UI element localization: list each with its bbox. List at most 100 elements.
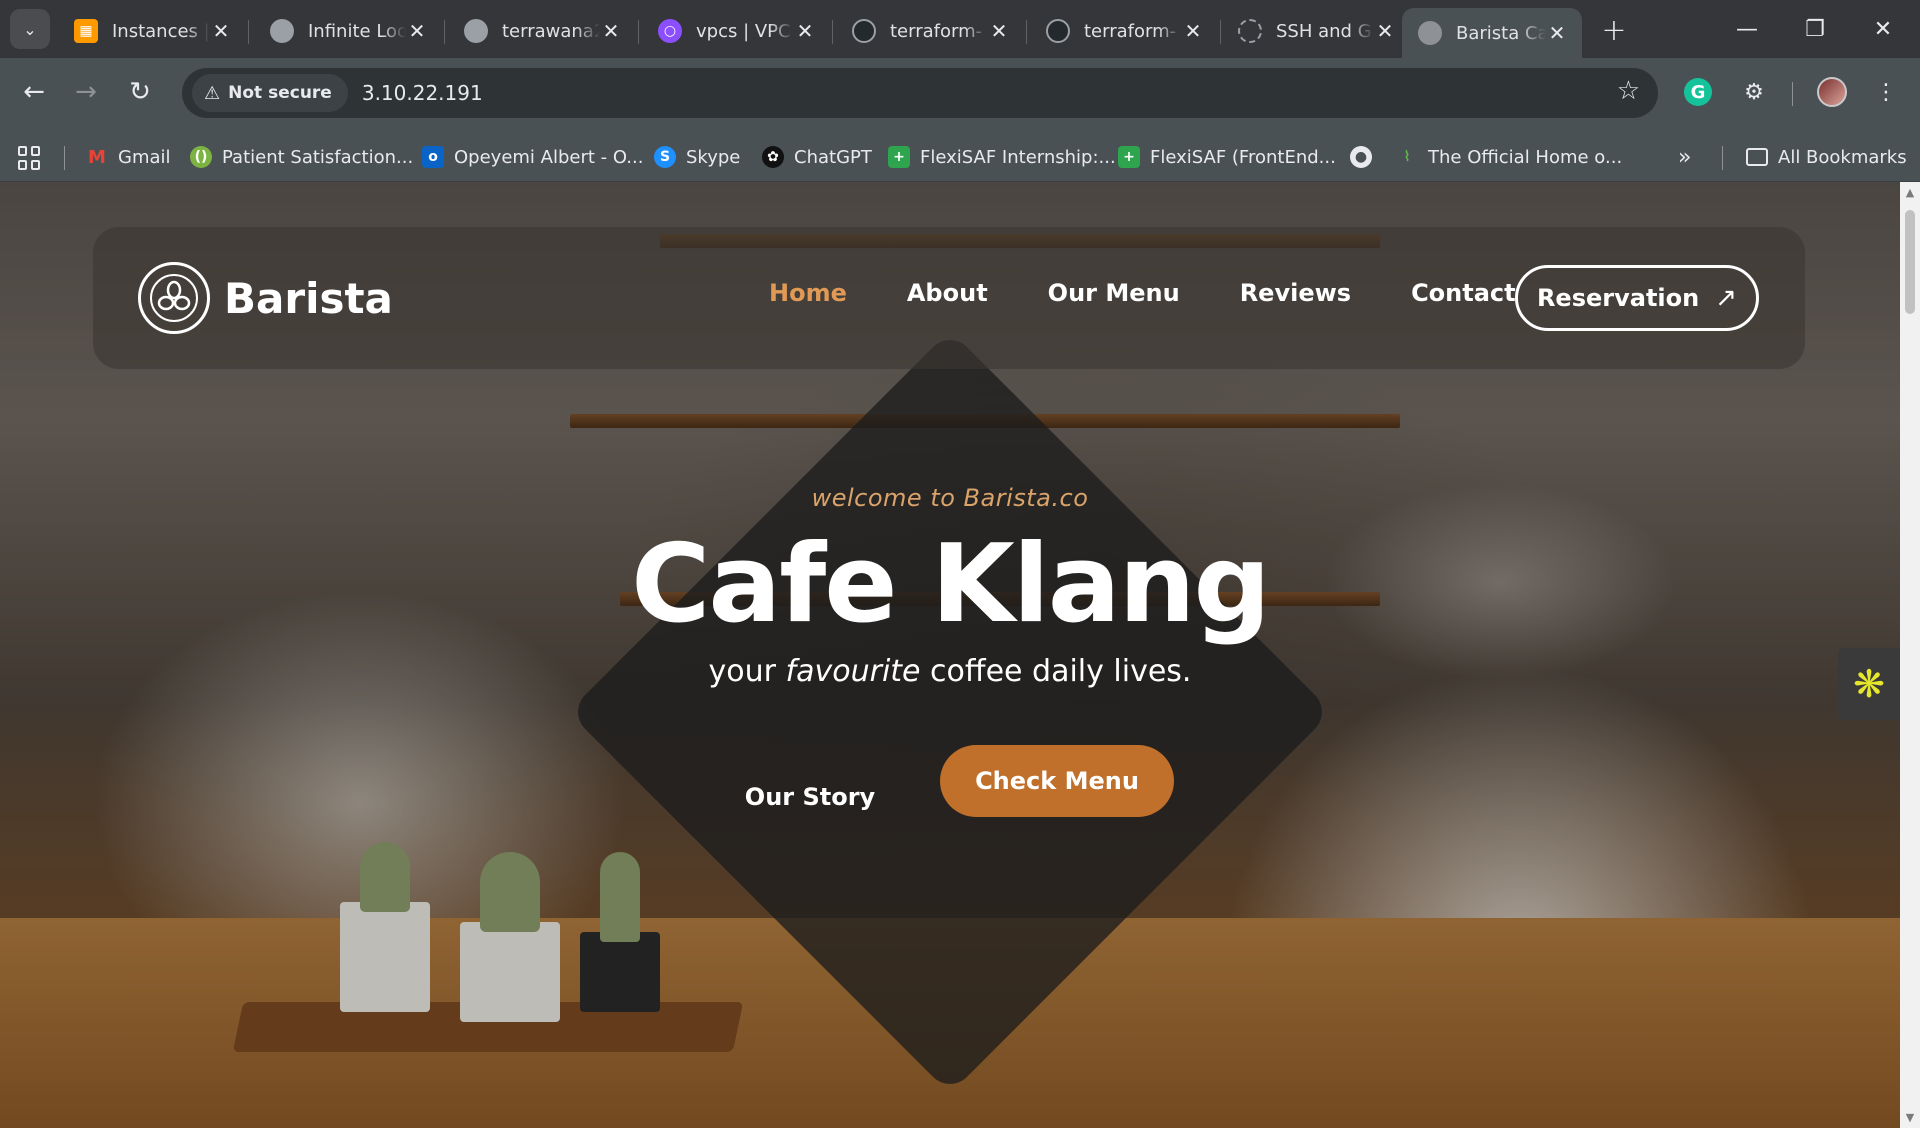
reservation-button[interactable]: Reservation ↗ xyxy=(1515,265,1759,331)
back-button[interactable]: ← xyxy=(14,72,54,112)
bookmark-patient-satisfaction[interactable]: () Patient Satisfaction... xyxy=(190,142,413,172)
bookmark-star-icon[interactable]: ☆ xyxy=(1617,76,1640,106)
new-tab-button[interactable]: + xyxy=(1596,12,1632,48)
bookmark-chatgpt[interactable]: ✿ ChatGPT xyxy=(762,142,872,172)
nav-about[interactable]: About xyxy=(907,279,988,307)
globe-icon xyxy=(270,19,294,43)
bookmark-label: Skype xyxy=(686,146,741,168)
tab-separator xyxy=(1220,20,1221,44)
loading-icon xyxy=(1238,19,1262,43)
warning-icon: ⚠ xyxy=(204,82,221,104)
close-icon[interactable]: ✕ xyxy=(1182,19,1204,43)
grammarly-extension[interactable]: G xyxy=(1680,74,1716,110)
folder-icon xyxy=(1746,148,1768,166)
puzzle-icon: ⚙ xyxy=(1744,79,1764,105)
apps-grid-icon[interactable] xyxy=(18,146,42,170)
browser-toolbar: ← → ↻ ⚠ Not secure 3.10.22.191 ☆ G ⚙ ⋮ xyxy=(0,58,1920,130)
bookmark-gmail[interactable]: M Gmail xyxy=(86,142,171,172)
close-icon[interactable]: ✕ xyxy=(406,19,428,43)
floating-widget-button[interactable]: ❋ xyxy=(1838,648,1900,720)
tab-terrawana[interactable]: terrawana2 ✕ xyxy=(448,10,636,52)
close-window-button[interactable]: ✕ xyxy=(1860,6,1906,52)
chevron-down-icon: ⌄ xyxy=(23,19,37,39)
tab-ssh[interactable]: SSH and G ✕ xyxy=(1222,10,1410,52)
tab-barista-active[interactable]: Barista Caf ✕ xyxy=(1402,8,1582,58)
tab-search-button[interactable]: ⌄ xyxy=(10,9,50,49)
bookmark-label: The Official Home o... xyxy=(1428,146,1623,168)
coffee-bean-logo-icon xyxy=(138,262,210,334)
close-icon[interactable]: ✕ xyxy=(1374,19,1396,43)
tab-title: vpcs | VPC xyxy=(696,20,791,42)
close-icon[interactable]: ✕ xyxy=(210,19,232,43)
bookmark-outlook[interactable]: o Opeyemi Albert - O... xyxy=(422,142,643,172)
bookmark-official-home[interactable]: ⌇ The Official Home o... xyxy=(1396,142,1623,172)
minimize-button[interactable]: — xyxy=(1724,6,1770,52)
arrow-up-right-icon: ↗ xyxy=(1715,283,1738,313)
more-bookmarks-button[interactable]: » xyxy=(1678,142,1691,172)
close-icon[interactable]: ✕ xyxy=(600,19,622,43)
tab-title: terrawana2 xyxy=(502,20,600,42)
scroll-down-icon[interactable]: ▼ xyxy=(1904,1111,1916,1124)
reload-button[interactable]: ↻ xyxy=(120,72,160,112)
flexisaf-icon: + xyxy=(888,146,910,168)
bookmark-flexisaf-frontend[interactable]: + FlexiSAF (FrontEnd... xyxy=(1118,142,1336,172)
url-text[interactable]: 3.10.22.191 xyxy=(362,81,483,105)
restore-button[interactable]: ❐ xyxy=(1792,6,1838,52)
patient-icon: () xyxy=(190,146,212,168)
extensions-button[interactable]: ⚙ xyxy=(1736,74,1772,110)
forward-button[interactable]: → xyxy=(66,72,106,112)
scroll-thumb[interactable] xyxy=(1905,210,1915,314)
grammarly-icon: G xyxy=(1684,78,1712,106)
tab-terraform-1[interactable]: terraform- ✕ xyxy=(836,10,1024,52)
tab-title: Barista Caf xyxy=(1456,22,1546,44)
tab-instances[interactable]: ▦ Instances | ✕ xyxy=(58,10,246,52)
bookmark-flexisaf-internship[interactable]: + FlexiSAF Internship:... xyxy=(888,142,1116,172)
all-bookmarks-label: All Bookmarks xyxy=(1778,146,1907,168)
tab-title: SSH and G xyxy=(1276,20,1372,42)
outlook-icon: o xyxy=(422,146,444,168)
bookmark-globe[interactable]: ● xyxy=(1350,142,1382,172)
bookmarks-bar: M Gmail () Patient Satisfaction... o Ope… xyxy=(0,130,1920,182)
subtitle-part: your xyxy=(708,654,786,689)
site-logo[interactable]: Barista xyxy=(138,262,393,334)
site-navbar: Barista Home About Our Menu Reviews Cont… xyxy=(93,227,1805,369)
our-story-button[interactable]: Our Story xyxy=(740,772,880,822)
bookmark-label: FlexiSAF (FrontEnd... xyxy=(1150,146,1336,168)
bookmarks-divider xyxy=(64,146,65,170)
page-scrollbar[interactable]: ▲ ▼ xyxy=(1900,182,1920,1128)
globe-icon xyxy=(1418,21,1442,45)
scroll-up-icon[interactable]: ▲ xyxy=(1904,186,1916,199)
tab-title: terraform- xyxy=(890,20,983,42)
nav-reviews[interactable]: Reviews xyxy=(1240,279,1351,307)
security-label: Not secure xyxy=(228,83,332,103)
menu-button[interactable]: ⋮ xyxy=(1868,74,1904,110)
close-icon[interactable]: ✕ xyxy=(794,19,816,43)
bookmark-label: Opeyemi Albert - O... xyxy=(454,146,644,168)
tab-separator xyxy=(444,20,445,44)
tab-separator xyxy=(248,20,249,44)
check-menu-button[interactable]: Check Menu xyxy=(940,745,1174,817)
address-bar[interactable]: ⚠ Not secure 3.10.22.191 ☆ xyxy=(182,68,1658,118)
nav-home[interactable]: Home xyxy=(769,279,847,307)
chatgpt-icon: ✿ xyxy=(762,146,784,168)
kebab-menu-icon: ⋮ xyxy=(1875,79,1897,105)
nav-links: Home About Our Menu Reviews Contact xyxy=(769,279,1516,307)
tab-strip: ⌄ ▦ Instances | ✕ Infinite Loo ✕ terrawa… xyxy=(0,0,1920,58)
flexisaf-icon: + xyxy=(1118,146,1140,168)
gmail-icon: M xyxy=(88,146,106,168)
close-icon[interactable]: ✕ xyxy=(1546,21,1568,45)
security-indicator[interactable]: ⚠ Not secure xyxy=(192,74,348,112)
nav-our-menu[interactable]: Our Menu xyxy=(1048,279,1180,307)
profile-button[interactable] xyxy=(1814,74,1850,110)
tab-infinite-loop[interactable]: Infinite Loo ✕ xyxy=(254,10,442,52)
tab-terraform-2[interactable]: terraform- ✕ xyxy=(1030,10,1218,52)
tab-vpcs[interactable]: ○ vpcs | VPC ✕ xyxy=(642,10,830,52)
close-icon[interactable]: ✕ xyxy=(988,19,1010,43)
bookmark-label: Gmail xyxy=(118,146,171,168)
tab-separator xyxy=(1026,20,1027,44)
bookmark-skype[interactable]: S Skype xyxy=(654,142,740,172)
chevron-double-right-icon: » xyxy=(1678,144,1692,170)
all-bookmarks-button[interactable]: All Bookmarks xyxy=(1746,142,1907,172)
nav-contact[interactable]: Contact xyxy=(1411,279,1516,307)
bookmark-label: FlexiSAF Internship:... xyxy=(920,146,1116,168)
